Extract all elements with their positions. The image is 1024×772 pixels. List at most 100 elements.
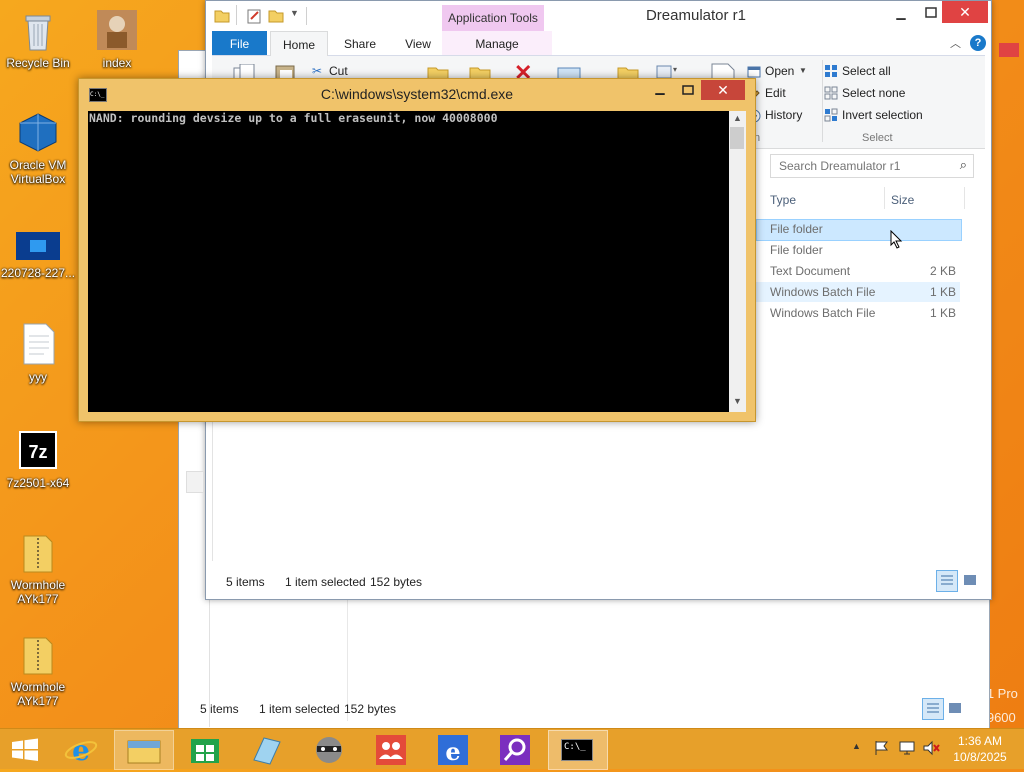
console-output-area[interactable] bbox=[88, 111, 729, 412]
taskbar-people-app[interactable] bbox=[362, 730, 420, 768]
taskbar-store[interactable] bbox=[176, 730, 234, 768]
select-none-button[interactable]: Select none bbox=[842, 86, 905, 100]
show-hidden-icons-icon[interactable]: ▲ bbox=[852, 741, 861, 751]
details-view-button[interactable] bbox=[936, 570, 958, 592]
collapse-ribbon-icon[interactable]: ︿ bbox=[950, 35, 961, 51]
clock-date: 10/8/2025 bbox=[953, 750, 1007, 764]
status-selection: 1 item selected bbox=[259, 702, 340, 716]
maximize-icon bbox=[925, 7, 937, 18]
chevron-down-icon[interactable]: ▼ bbox=[799, 66, 807, 75]
column-header-size[interactable]: Size bbox=[891, 193, 914, 207]
mouse-cursor bbox=[890, 229, 904, 253]
invert-selection-button[interactable]: Invert selection bbox=[842, 108, 923, 122]
tab-file[interactable]: File bbox=[212, 31, 267, 55]
desktop-icon-wormhole-1[interactable]: Wormhole AYk177 bbox=[0, 530, 76, 606]
help-icon[interactable]: ? bbox=[970, 35, 986, 51]
taskbar-internet-explorer-2[interactable]: e bbox=[424, 730, 482, 768]
row-size: 2 KB bbox=[929, 264, 956, 278]
status-item-count: 5 items bbox=[200, 702, 239, 716]
details-view-icon bbox=[941, 575, 953, 585]
row-type: File folder bbox=[770, 222, 823, 236]
scroll-thumb[interactable] bbox=[730, 127, 744, 149]
taskbar-raccoon-app[interactable] bbox=[300, 730, 358, 768]
open-button[interactable]: Open bbox=[765, 64, 794, 78]
row-type: File folder bbox=[770, 243, 823, 257]
tab-view[interactable]: View bbox=[390, 31, 446, 55]
taskbar-file-explorer[interactable] bbox=[114, 730, 174, 770]
search-input[interactable] bbox=[777, 155, 951, 177]
desktop-icon-recycle-bin[interactable]: Recycle Bin bbox=[0, 8, 76, 70]
table-row[interactable]: Windows Batch File 1 KB bbox=[770, 282, 970, 302]
large-icons-view-button[interactable] bbox=[947, 700, 963, 719]
column-header-type[interactable]: Type bbox=[770, 193, 796, 207]
action-center-flag-icon[interactable] bbox=[873, 739, 891, 760]
large-icons-view-button[interactable] bbox=[962, 572, 978, 591]
desktop-icon-label: Wormhole AYk177 bbox=[10, 578, 66, 606]
desktop-icon-label: yyy bbox=[29, 370, 47, 384]
select-none-icon bbox=[824, 86, 838, 103]
svg-text:e: e bbox=[445, 737, 460, 766]
table-row[interactable]: File folder bbox=[770, 240, 970, 260]
history-button[interactable]: History bbox=[765, 108, 802, 122]
taskbar-internet-explorer[interactable]: e bbox=[52, 730, 110, 768]
close-button[interactable]: ✕ bbox=[701, 80, 745, 100]
scroll-up-icon[interactable]: ▲ bbox=[733, 113, 742, 123]
details-view-button[interactable] bbox=[922, 698, 944, 720]
select-all-icon bbox=[824, 64, 838, 81]
cmd-window[interactable]: C:\_ C:\windows\system32\cmd.exe ▁ ✕ NAN… bbox=[78, 78, 756, 422]
cut-button[interactable]: Cut bbox=[329, 64, 348, 78]
select-all-button[interactable]: Select all bbox=[842, 64, 891, 78]
edit-button[interactable]: Edit bbox=[765, 86, 786, 100]
start-button[interactable] bbox=[0, 730, 58, 768]
new-folder-icon[interactable] bbox=[268, 8, 284, 27]
taskbar-magnifier[interactable] bbox=[486, 730, 544, 768]
cmd-icon: C:\_ bbox=[561, 739, 593, 761]
taskbar-notepad[interactable] bbox=[238, 730, 296, 768]
desktop-icon-screenshot[interactable]: 220728-227... bbox=[0, 232, 76, 280]
maximize-button[interactable] bbox=[675, 81, 701, 101]
desktop-icon-index[interactable]: index bbox=[79, 8, 155, 70]
desktop-icon-label: index bbox=[102, 56, 132, 70]
start-icon bbox=[12, 738, 38, 761]
window-title: C:\windows\system32\cmd.exe bbox=[320, 86, 514, 102]
select-group-label: Select bbox=[862, 132, 893, 144]
maximize-button[interactable] bbox=[918, 3, 944, 25]
volume-muted-icon[interactable] bbox=[922, 739, 940, 760]
search-box[interactable]: ⌕ bbox=[770, 154, 974, 178]
desktop-icon-yyy[interactable]: yyy bbox=[0, 322, 76, 384]
chevron-down-icon[interactable]: ▼ bbox=[290, 8, 299, 18]
close-button[interactable]: ✕ bbox=[942, 1, 988, 23]
7zip-icon: 7z bbox=[16, 428, 60, 472]
explorer-title-bar[interactable]: ▼ Application Tools Dreamulator r1 ▁ ✕ bbox=[206, 1, 991, 31]
window-title: Dreamulator r1 bbox=[645, 7, 747, 24]
console-scrollbar[interactable]: ▲ ▼ bbox=[729, 111, 746, 412]
image-file-icon bbox=[16, 232, 60, 262]
desktop-icon-wormhole-2[interactable]: Wormhole AYk177 bbox=[0, 632, 76, 708]
details-view-icon bbox=[927, 703, 939, 713]
taskbar-cmd[interactable]: C:\_ bbox=[548, 730, 608, 770]
minimize-button[interactable]: ▁ bbox=[647, 81, 673, 101]
tab-home[interactable]: Home bbox=[270, 31, 328, 56]
people-app-icon bbox=[376, 735, 406, 765]
tab-manage[interactable]: Manage bbox=[442, 31, 552, 55]
table-row[interactable]: File folder bbox=[770, 219, 970, 239]
desktop-icon-7zip[interactable]: 7z 7z2501-x64 bbox=[0, 428, 76, 490]
row-type: Windows Batch File bbox=[770, 285, 876, 299]
ribbon-tab-bar: File Home Share View Manage ︿ ? bbox=[212, 31, 986, 56]
taskbar: e e C:\_ ▲ 1:36 AM 10/8/2025 bbox=[0, 728, 1024, 770]
row-type: Windows Batch File bbox=[770, 306, 876, 320]
minimize-button[interactable]: ▁ bbox=[888, 3, 914, 25]
row-size: 1 KB bbox=[929, 285, 956, 299]
network-icon[interactable] bbox=[898, 739, 916, 760]
properties-icon[interactable] bbox=[246, 8, 262, 27]
table-row[interactable]: Windows Batch File 1 KB bbox=[770, 303, 970, 323]
desktop-icon-label: Recycle Bin bbox=[6, 56, 70, 70]
tab-share[interactable]: Share bbox=[332, 31, 388, 55]
desktop-icon-virtualbox[interactable]: Oracle VM VirtualBox bbox=[0, 110, 76, 186]
table-row[interactable]: Text Document 2 KB bbox=[770, 261, 970, 281]
clock-time: 1:36 AM bbox=[957, 734, 1003, 748]
clock[interactable]: 1:36 AM 10/8/2025 bbox=[944, 733, 1016, 765]
internet-explorer-icon: e bbox=[438, 735, 468, 766]
recycle-bin-icon bbox=[16, 8, 60, 52]
scroll-down-icon[interactable]: ▼ bbox=[733, 396, 742, 406]
